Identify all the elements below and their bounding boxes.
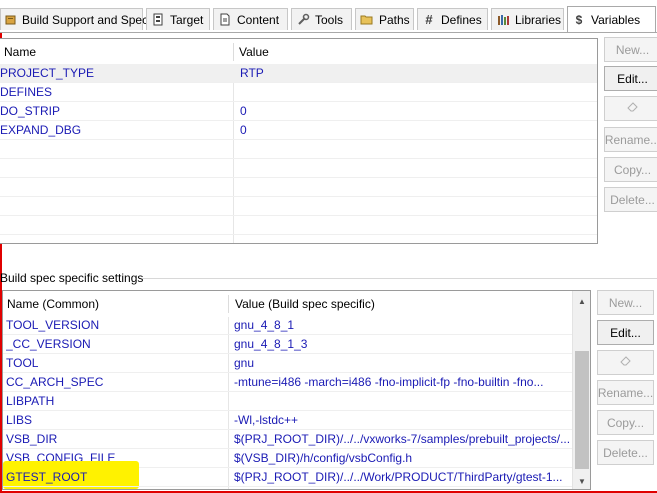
new-setting-button[interactable]: New... [597, 290, 654, 315]
setting-name: _CC_VERSION [6, 337, 91, 351]
scroll-up-arrow[interactable]: ▲ [573, 293, 590, 309]
tab-label: Tools [315, 12, 344, 27]
tab-content[interactable]: Content [213, 8, 288, 30]
variable-value: 0 [240, 123, 247, 137]
setting-name: LIBPATH [6, 394, 55, 408]
column-header-value[interactable]: Value [235, 39, 595, 65]
empty-row [0, 216, 597, 235]
eraser-icon [626, 101, 639, 116]
dollar-icon: $ [575, 13, 583, 27]
setting-name: TOOL_VERSION [6, 318, 100, 332]
table-row[interactable]: DO_STRIP 0 [0, 102, 597, 121]
table-row[interactable]: LIBS -Wl,-lstdc++ [3, 411, 590, 430]
build-spec-table[interactable]: Name (Common) Value (Build spec specific… [2, 290, 591, 490]
tab-target[interactable]: Target [146, 8, 210, 30]
copy-setting-button[interactable]: Copy... [597, 410, 654, 435]
tab-variables[interactable]: $ Variables [567, 6, 656, 33]
table-row[interactable]: TOOL gnu [3, 354, 590, 373]
new-variable-button[interactable]: New... [604, 37, 657, 62]
folder-icon [360, 13, 374, 27]
setting-value: gnu [234, 356, 255, 370]
rename-variable-button[interactable]: Rename... [604, 127, 657, 152]
copy-variable-button[interactable]: Copy... [604, 157, 657, 182]
setting-value: -mtune=i486 -march=i486 -fno-implicit-fp… [234, 375, 544, 389]
empty-row [0, 197, 597, 216]
variable-name: EXPAND_DBG [0, 123, 82, 137]
variable-value: RTP [240, 66, 264, 80]
tab-label: Build Support and Specs [22, 12, 155, 27]
variable-value [240, 83, 590, 102]
column-divider [228, 295, 229, 313]
table-row[interactable]: CC_ARCH_SPEC -mtune=i486 -march=i486 -fn… [3, 373, 590, 392]
scrollbar-thumb[interactable] [575, 351, 589, 469]
setting-value [234, 392, 572, 411]
tab-bar: Build Support and Specs Target Content T… [0, 0, 657, 33]
vertical-scrollbar[interactable]: ▲ ▼ [572, 291, 590, 489]
empty-row [0, 140, 597, 159]
column-header-value-build-spec[interactable]: Value (Build spec specific) [231, 291, 571, 317]
setting-name: VSB_DIR [6, 432, 58, 446]
tab-defines[interactable]: # Defines [417, 8, 488, 30]
column-divider [233, 43, 234, 61]
table-row[interactable]: GTEST_ROOT $(PRJ_ROOT_DIR)/../../Work/PR… [3, 468, 590, 487]
tab-libraries[interactable]: Libraries [491, 8, 564, 30]
rename-setting-button[interactable]: Rename... [597, 380, 654, 405]
eraser-button[interactable] [604, 96, 657, 121]
setting-value: $(PRJ_ROOT_DIR)/../../Work/PRODUCT/Third… [234, 470, 563, 484]
eraser-setting-button[interactable] [597, 350, 654, 375]
column-header-name-common[interactable]: Name (Common) [3, 291, 229, 317]
table-header: Name Value [0, 39, 597, 65]
variable-name: DEFINES [0, 85, 53, 99]
setting-name: LIBS [6, 413, 33, 427]
empty-row [0, 178, 597, 197]
setting-value: $(PRJ_ROOT_DIR)/../../vxworks-7/samples/… [234, 432, 571, 446]
variable-name: DO_STRIP [0, 104, 61, 118]
scroll-down-arrow[interactable]: ▼ [573, 473, 590, 489]
table-row[interactable]: LIBPATH [3, 392, 590, 411]
table-row[interactable]: VSB_DIR $(PRJ_ROOT_DIR)/../../vxworks-7/… [3, 430, 590, 449]
variables-table[interactable]: Name Value PROJECT_TYPE RTP DEFINES DO_S… [0, 38, 598, 244]
tools-icon [296, 13, 310, 27]
content-icon [218, 13, 232, 27]
tab-paths[interactable]: Paths [355, 8, 414, 30]
tab-label: Defines [441, 12, 482, 27]
column-header-name[interactable]: Name [0, 39, 234, 65]
hash-icon: # [425, 12, 433, 27]
setting-name: GTEST_ROOT [6, 470, 88, 484]
setting-value: gnu_4_8_1 [234, 318, 295, 332]
tab-tools[interactable]: Tools [291, 8, 352, 30]
table-row[interactable]: DEFINES [0, 83, 597, 102]
section-separator [142, 278, 657, 279]
tab-label: Target [170, 12, 204, 27]
build-spec-section-label: Build spec specific settings [0, 271, 144, 285]
build-support-icon [5, 13, 17, 27]
eraser-icon [619, 355, 632, 370]
table-row[interactable]: TOOL_VERSION gnu_4_8_1 [3, 316, 590, 335]
table-row[interactable]: _CC_VERSION gnu_4_8_1_3 [3, 335, 590, 354]
delete-variable-button[interactable]: Delete... [604, 187, 657, 212]
tab-build-support-and-specs[interactable]: Build Support and Specs [0, 8, 154, 30]
setting-value: $(VSB_DIR)/h/config/vsbConfig.h [234, 451, 413, 465]
setting-name: TOOL [6, 356, 39, 370]
tab-bar-divider [0, 32, 657, 33]
table-header: Name (Common) Value (Build spec specific… [3, 291, 590, 317]
edit-variable-button[interactable]: Edit... [604, 66, 657, 91]
delete-setting-button[interactable]: Delete... [597, 440, 654, 465]
empty-row [0, 159, 597, 178]
libraries-icon [496, 13, 510, 27]
target-icon [151, 13, 165, 27]
variable-name: PROJECT_TYPE [0, 66, 95, 80]
variable-value: 0 [240, 104, 247, 118]
setting-name: CC_ARCH_SPEC [6, 375, 104, 389]
table-row[interactable]: PROJECT_TYPE RTP [0, 64, 597, 83]
tab-label: Content [237, 12, 280, 27]
tab-label: Variables [591, 13, 641, 27]
table-row[interactable]: EXPAND_DBG 0 [0, 121, 597, 140]
edit-setting-button[interactable]: Edit... [597, 320, 654, 345]
tab-label: Paths [379, 12, 410, 27]
setting-value: -Wl,-lstdc++ [234, 413, 299, 427]
tab-label: Libraries [515, 12, 562, 27]
setting-value: gnu_4_8_1_3 [234, 337, 308, 351]
